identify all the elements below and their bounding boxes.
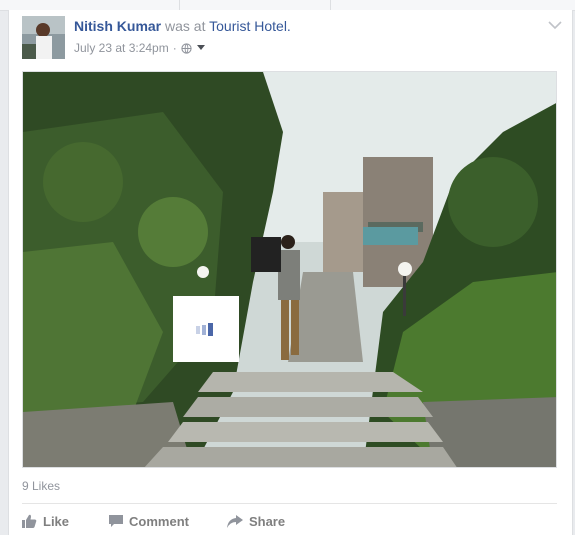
share-arrow-icon	[226, 514, 243, 528]
like-button[interactable]: Like	[22, 510, 69, 532]
post-header-line: Nitish Kumar was at Tourist Hotel.	[74, 18, 291, 34]
loading-indicator	[173, 296, 239, 362]
comment-label: Comment	[129, 513, 189, 529]
caret-down-icon[interactable]	[196, 44, 206, 52]
post-photo[interactable]	[22, 71, 557, 468]
divider	[179, 0, 180, 10]
hotel-path-photo	[23, 72, 556, 467]
chevron-down-icon[interactable]	[548, 20, 562, 30]
separator: ·	[172, 41, 177, 55]
place-link[interactable]: Tourist Hotel.	[209, 18, 291, 34]
comment-icon	[109, 514, 124, 527]
share-button[interactable]: Share	[226, 510, 286, 532]
timestamp[interactable]: July 23 at 3:24pm	[74, 41, 169, 55]
profile-photo	[22, 16, 65, 59]
action-bar: Like Comment Share	[22, 510, 285, 532]
like-label: Like	[43, 513, 70, 529]
post-card: Nitish Kumar was at Tourist Hotel. July …	[8, 10, 573, 535]
loading-icon	[196, 323, 213, 336]
author-name[interactable]: Nitish Kumar	[74, 18, 161, 34]
globe-icon[interactable]	[181, 42, 192, 54]
thumbs-up-icon	[22, 514, 37, 528]
avatar[interactable]	[22, 16, 65, 59]
comment-button[interactable]: Comment	[109, 510, 189, 532]
divider	[22, 503, 557, 504]
likes-count[interactable]: 9 Likes	[22, 479, 60, 493]
post-meta: July 23 at 3:24pm ·	[74, 41, 206, 55]
action-text: was at	[165, 18, 206, 34]
share-label: Share	[248, 513, 286, 529]
divider	[330, 0, 331, 10]
